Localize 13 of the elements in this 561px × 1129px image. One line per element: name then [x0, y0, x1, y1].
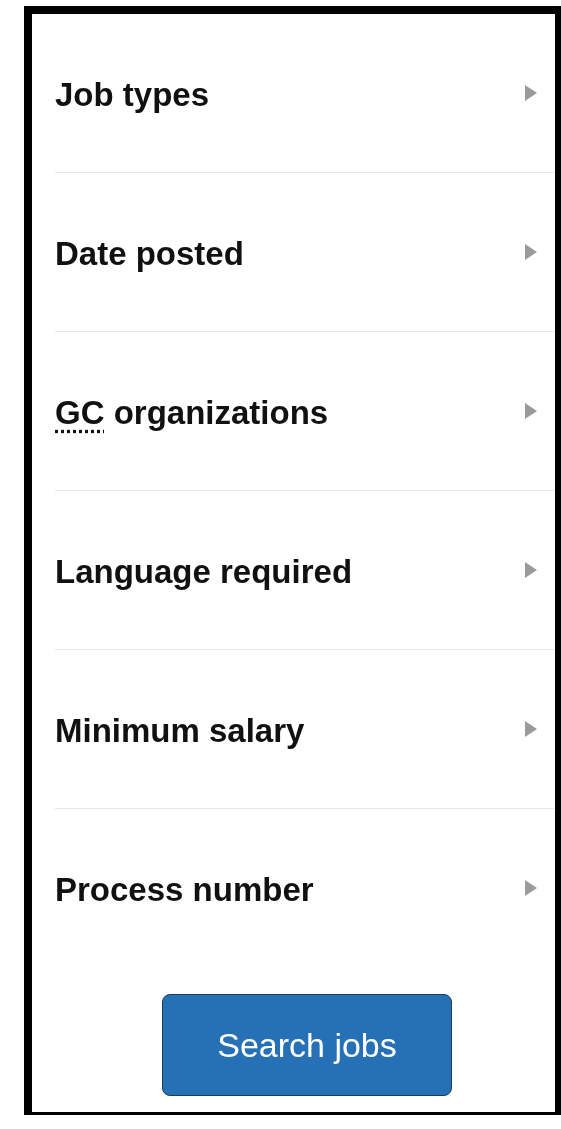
filter-item[interactable]: Date posted	[32, 173, 555, 331]
filter-item[interactable]: Job types	[32, 14, 555, 172]
search-button[interactable]: Search jobs	[162, 994, 452, 1096]
filter-label: Process number	[55, 871, 314, 909]
filter-item[interactable]: Process number	[32, 809, 555, 967]
filter-label: Minimum salary	[55, 712, 305, 750]
filter-item[interactable]: Minimum salary	[32, 650, 555, 808]
filter-label: Job types	[55, 76, 210, 114]
filter-item[interactable]: Language required	[32, 491, 555, 649]
filter-label: Date posted	[55, 235, 244, 273]
filter-item[interactable]: GC organizations	[32, 332, 555, 490]
filter-label: Language required	[55, 553, 353, 591]
filter-label: GC organizations	[55, 394, 329, 432]
